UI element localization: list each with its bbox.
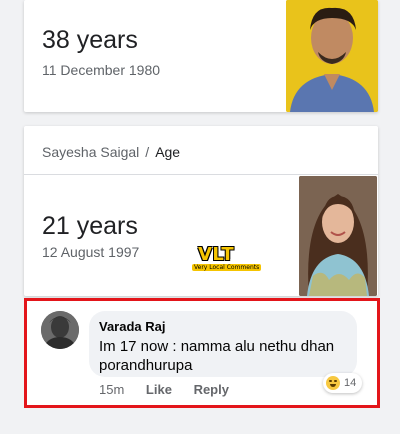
- person-photo-image: [286, 0, 378, 112]
- comment-actions: 15m Like Reply: [99, 382, 247, 397]
- reaction-count: 14: [344, 377, 357, 389]
- comment-time: 15m: [99, 382, 125, 397]
- comment-bubble[interactable]: Varada Raj Im 17 now : namma alu nethu d…: [89, 311, 357, 377]
- birth-date: 12 August 1997: [42, 244, 140, 260]
- reply-button[interactable]: Reply: [194, 382, 229, 397]
- person-photo[interactable]: [299, 176, 377, 296]
- birth-date: 11 December 1980: [42, 62, 161, 78]
- breadcrumb: Sayesha Saigal / Age: [42, 144, 180, 160]
- age-result-card-1: 38 years 11 December 1980: [24, 0, 378, 112]
- vlt-watermark-logo: VLT Very Local Comments: [190, 244, 262, 276]
- divider: [24, 174, 378, 175]
- avatar-image: [41, 311, 79, 349]
- watermark-main-text: VLT: [198, 244, 235, 265]
- person-photo[interactable]: [286, 0, 378, 112]
- watermark-sub-text: Very Local Comments: [192, 264, 262, 271]
- comment-text: Im 17 now : namma alu nethu dhan porandh…: [99, 338, 335, 374]
- comment-author[interactable]: Varada Raj: [99, 319, 166, 334]
- like-button[interactable]: Like: [146, 382, 172, 397]
- laughing-emoji-icon: [326, 376, 340, 390]
- age-value: 21 years: [42, 212, 138, 240]
- highlighted-comment: Varada Raj Im 17 now : namma alu nethu d…: [24, 298, 380, 408]
- person-photo-image: [299, 176, 377, 296]
- breadcrumb-person[interactable]: Sayesha Saigal: [42, 144, 139, 160]
- avatar[interactable]: [41, 311, 79, 349]
- age-value: 38 years: [42, 26, 138, 54]
- reaction-summary[interactable]: 14: [323, 373, 363, 393]
- breadcrumb-separator: /: [145, 144, 150, 160]
- breadcrumb-attribute: Age: [155, 144, 181, 160]
